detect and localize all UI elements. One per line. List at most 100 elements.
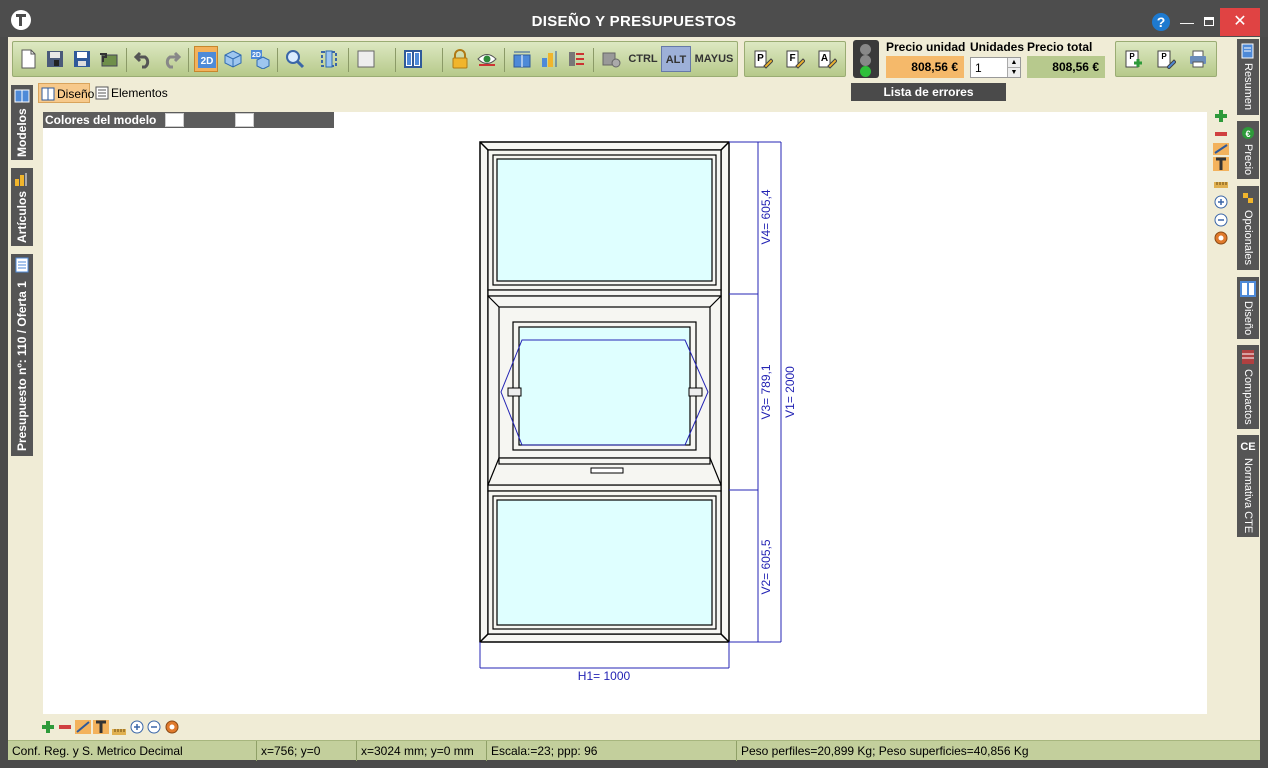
zoom-icon [286,50,305,69]
status-scale: Escala:=23; ppp: 96 [486,741,736,761]
tab-opcionales[interactable]: Opcionales [1237,186,1259,270]
frame-shape-icon [357,50,375,68]
main-window: 2D 2D CTRL ALT MAYUS P F A Precio unidad… [8,37,1260,761]
articles-icon [15,173,27,186]
increment-arrow-icon[interactable]: ▲ [1007,58,1020,68]
tab-opcionales-label: Opcionales [1242,210,1254,266]
zoom-dropdown-button[interactable] [283,46,315,72]
alt-key-button[interactable]: ALT [661,46,691,72]
mayus-key-button[interactable]: MAYUS [693,46,735,72]
window-drawing: H1= 1000 V1= 2000 V2= 605,5 V3= 789,1 V4… [479,141,797,683]
status-mm-coords: x=3024 mm; y=0 mm [356,741,486,761]
edit-f-icon: F [786,50,805,69]
zoom-in-icon[interactable] [1214,195,1228,209]
new-document-icon [21,49,36,69]
drawing-tools-horizontal [41,719,191,735]
close-button[interactable]: ✕ [1220,8,1260,36]
save-button[interactable] [70,46,94,72]
dimension-horizontal-button[interactable] [510,46,534,72]
tab-normativa-cte[interactable]: CE Normativa CTE [1237,435,1259,537]
tab-presupuesto[interactable]: Presupuesto nº: 110 / Oferta 1 [11,254,33,456]
new-document-button[interactable] [16,46,40,72]
ruler-icon[interactable] [112,724,126,735]
remove-icon[interactable] [58,720,72,734]
svg-text:F: F [789,53,795,64]
edit-f-button[interactable]: F [783,46,811,72]
tab-articulos[interactable]: Artículos [11,168,33,246]
toolbar-separator [348,48,349,72]
toolbar-separator [395,48,396,72]
reset-view-icon[interactable] [165,720,179,734]
ruler-icon[interactable] [1214,177,1228,188]
ce-mark-icon: CE [1240,441,1256,453]
tab-elements[interactable]: Elementos [93,83,168,103]
view-2d-3d-icon: 2D [251,50,270,69]
undo-icon [134,51,150,69]
add-icon[interactable] [41,720,55,734]
status-weights: Peso perfiles=20,899 Kg; Peso superficie… [736,741,1260,761]
fit-view-button[interactable] [317,46,341,72]
tab-articulos-label: Artículos [15,191,29,244]
units-stepper[interactable]: 1 ▲ ▼ [970,57,1021,78]
report-new-button[interactable]: P [1122,46,1150,72]
error-list-button[interactable]: Lista de errores [851,83,1006,101]
main-toolbar: 2D 2D CTRL ALT MAYUS P F A [12,41,846,77]
redo-button[interactable] [159,46,183,72]
design-canvas[interactable]: Colores del modelo H1= 1000 V1= 2000 V2=… [43,112,1207,714]
status-config: Conf. Reg. y S. Metrico Decimal [12,744,183,758]
dimension-remove-button[interactable] [564,46,588,72]
tab-elements-label: Elementos [111,86,168,100]
tab-compactos[interactable]: Compactos [1237,345,1259,429]
tab-resumen[interactable]: Resumen [1237,39,1259,115]
view-3d-button[interactable] [221,46,245,72]
handle-icon [590,467,624,474]
dimension-tool-icon[interactable] [75,720,91,734]
folder-back-icon [100,53,118,67]
zoom-out-icon[interactable] [147,720,161,734]
save-all-button[interactable] [43,46,67,72]
lock-button[interactable] [448,46,472,72]
status-pixel-coords: x=756; y=0 [256,741,356,761]
compact-icon [1242,350,1254,364]
view-2d-icon: 2D [198,52,216,68]
title-bar: DISEÑO Y PRESUPUESTOS ? — ✕ [0,0,1268,37]
tab-design[interactable]: Diseño [38,83,94,103]
tab-diseno[interactable]: Diseño [1237,277,1259,339]
undo-button[interactable] [132,46,156,72]
report-export-button[interactable]: P [1154,46,1182,72]
bottom-fixed-pane [487,490,722,635]
help-button[interactable]: ? [1152,13,1170,31]
open-back-button[interactable] [97,46,121,72]
layout-dropdown[interactable] [401,46,435,72]
save-icon [74,51,90,67]
ctrl-key-button[interactable]: CTRL [627,46,659,72]
add-icon[interactable] [1214,109,1228,123]
profile-tool-icon[interactable] [93,720,109,734]
remove-icon[interactable] [1214,127,1228,141]
minimize-button[interactable]: — [1176,12,1198,32]
visibility-button[interactable] [475,46,499,72]
price-icon: € [1242,127,1254,139]
print-button[interactable] [1186,46,1214,72]
zoom-out-icon[interactable] [1214,213,1228,227]
zoom-in-icon[interactable] [130,720,144,734]
tab-modelos-label: Modelos [15,108,29,157]
tab-precio[interactable]: € Precio [1237,121,1259,179]
edit-p-button[interactable]: P [751,46,779,72]
reset-view-icon[interactable] [1214,231,1228,245]
keyboard-config-icon [602,52,621,68]
frame-shape-dropdown[interactable] [354,46,388,72]
unit-price-value: 808,56 € [886,56,964,78]
keyboard-config-button[interactable] [599,46,623,72]
view-2d-3d-button[interactable]: 2D [248,46,272,72]
dimension-vertical-button[interactable] [537,46,561,72]
budget-icon [15,257,29,273]
view-2d-button[interactable]: 2D [194,46,218,72]
tab-modelos[interactable]: Modelos [11,85,33,160]
profile-tool-icon[interactable] [1213,157,1229,171]
dimension-tool-icon[interactable] [1213,143,1229,155]
edit-a-button[interactable]: A [815,46,843,72]
decrement-arrow-icon[interactable]: ▼ [1007,68,1020,77]
tab-compactos-label: Compactos [1242,369,1254,425]
maximize-button[interactable] [1198,12,1220,32]
